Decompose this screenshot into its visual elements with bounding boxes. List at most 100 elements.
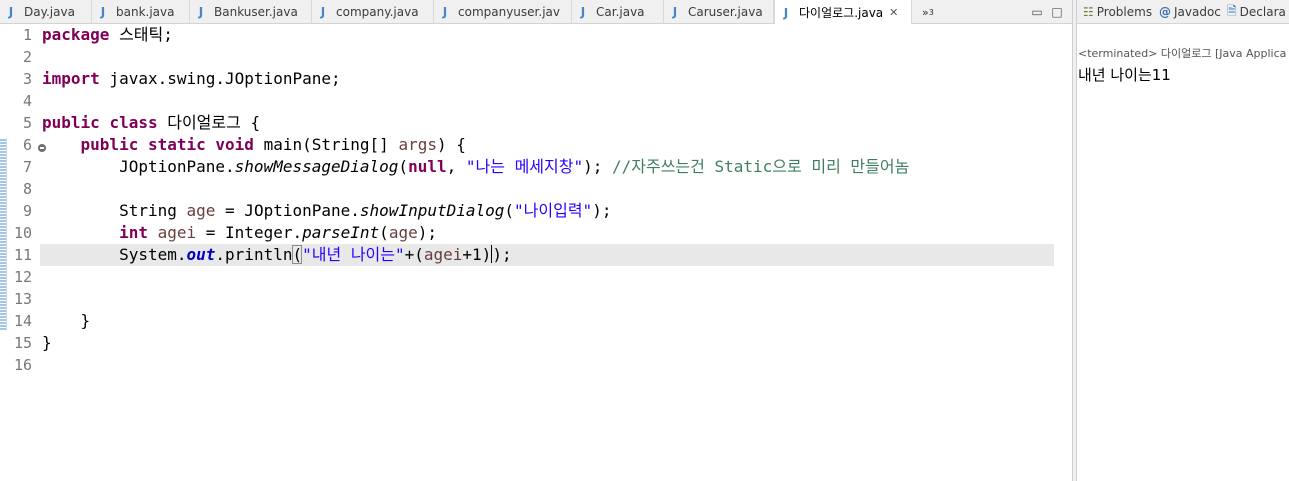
static-method: parseInt	[302, 223, 380, 242]
code-text: }	[42, 311, 91, 330]
line-number: 4	[22, 92, 32, 110]
editor-tab-day[interactable]: J Day.java	[0, 0, 92, 24]
console-status: <terminated> 다이얼로그 [Java Applica	[1078, 47, 1287, 60]
tab-label: bank.java	[116, 5, 175, 19]
console-view[interactable]: <terminated> 다이얼로그 [Java Applica 내년 나이는1…	[1077, 24, 1289, 481]
tab-label: companyuser.jav	[458, 5, 560, 19]
code-text: JOptionPane.	[119, 157, 235, 176]
tab-problems[interactable]: ☷ Problems	[1083, 0, 1152, 24]
change-ruler	[0, 138, 7, 330]
line-number: 1	[22, 26, 32, 44]
editor-tab-car[interactable]: J Car.java	[572, 0, 664, 24]
line-number: 7	[22, 158, 32, 176]
code-text: +(	[404, 245, 424, 264]
code-text: javax.swing.JOptionPane;	[99, 69, 341, 88]
static-method: showInputDialog	[359, 201, 505, 220]
code-text: .println	[215, 245, 293, 264]
chevron-right-icon: »	[922, 5, 929, 19]
code-text: 스태틱;	[109, 25, 173, 44]
tab-label: Bankuser.java	[214, 5, 298, 19]
java-file-icon: J	[442, 5, 448, 19]
line-number: 3	[22, 70, 32, 88]
code-line-7: JOptionPane.showMessageDialog(null, "나는 …	[42, 156, 909, 178]
string-literal: "나이입력"	[514, 201, 593, 220]
line-number: 10	[13, 224, 32, 242]
line-number: 6	[22, 136, 32, 154]
code-text: );	[583, 157, 612, 176]
tab-label: Caruser.java	[688, 5, 763, 19]
view-tab-bar: ☷ Problems @ Javadoc 🗎 Declara	[1077, 0, 1289, 24]
tab-label: 다이얼로그.java	[799, 6, 884, 20]
console-output: 내년 나이는11	[1078, 66, 1171, 84]
declaration-icon: 🗎	[1227, 3, 1237, 18]
code-text: ) {	[436, 135, 466, 154]
maximize-icon[interactable]: □	[1050, 5, 1064, 19]
comment: //자주쓰는건 Static으로 미리 만들어놈	[611, 157, 910, 176]
line-number: 9	[22, 202, 32, 220]
javadoc-icon: @	[1159, 5, 1171, 19]
code-text: );	[592, 201, 612, 220]
close-icon[interactable]: ✕	[889, 6, 898, 19]
line-number: 16	[13, 356, 32, 374]
code-text: ,	[446, 157, 466, 176]
code-line-14: }	[42, 310, 91, 332]
editor-tab-dialog[interactable]: J 다이얼로그.java ✕	[774, 0, 912, 25]
line-number: 12	[13, 268, 32, 286]
code-line-5: public class 다이얼로그 {	[42, 112, 260, 134]
tab-label: company.java	[336, 5, 419, 19]
tab-label: Javadoc	[1174, 5, 1221, 19]
editor-tab-bank[interactable]: J bank.java	[92, 0, 190, 24]
code-text: main(String[]	[253, 135, 399, 154]
keyword: package	[42, 25, 110, 44]
editor-tab-companyuser[interactable]: J companyuser.jav	[434, 0, 572, 24]
code-text: = JOptionPane.	[215, 201, 360, 220]
keyword: static	[147, 135, 206, 154]
tab-label: Problems	[1096, 5, 1153, 19]
problems-icon: ☷	[1083, 5, 1094, 19]
editor-tab-bankuser[interactable]: J Bankuser.java	[190, 0, 312, 24]
keyword: null	[408, 157, 447, 176]
editor-tab-company[interactable]: J company.java	[312, 0, 434, 24]
minimize-icon[interactable]: ▭	[1030, 5, 1044, 19]
editor-tab-bar: J Day.java J bank.java J Bankuser.java J…	[0, 0, 1072, 25]
code-text: (	[379, 223, 389, 242]
code-line-3: import javax.swing.JOptionPane;	[42, 68, 341, 90]
keyword: public	[42, 113, 100, 132]
local-variable: age	[388, 223, 418, 242]
code-text: ;	[501, 245, 512, 264]
static-field: out	[186, 245, 216, 264]
tab-label: Day.java	[24, 5, 75, 19]
java-file-icon: J	[100, 5, 106, 19]
code-line-1: package 스태틱;	[42, 24, 173, 46]
line-number: 15	[13, 334, 32, 352]
java-file-icon: J	[198, 5, 204, 19]
keyword: public	[80, 135, 139, 154]
code-line-6: public static void main(String[] args) {	[42, 134, 466, 156]
code-text: 다이얼로그 {	[157, 113, 261, 132]
code-text: +1)	[462, 245, 492, 264]
tab-label: Declara	[1239, 5, 1286, 19]
line-number: 8	[22, 180, 32, 198]
tab-declaration[interactable]: 🗎 Declara	[1227, 0, 1286, 24]
editor-tab-caruser[interactable]: J Caruser.java	[664, 0, 774, 24]
tab-javadoc[interactable]: @ Javadoc	[1159, 0, 1221, 24]
java-file-icon: J	[783, 5, 789, 20]
tab-label: Car.java	[596, 5, 645, 19]
java-file-icon: J	[672, 5, 678, 19]
code-editor[interactable]: 1 2 3 4 5 6 7 8 9 10 11 12 13 14 15 16 p…	[0, 24, 1072, 481]
code-text: )	[492, 245, 502, 264]
line-number: 2	[22, 48, 32, 66]
keyword: class	[109, 113, 158, 132]
code-text: (	[398, 157, 409, 176]
code-text: String	[119, 201, 187, 220]
tab-overflow-button[interactable]: » 3	[922, 0, 934, 24]
keyword: int	[119, 223, 148, 242]
code-text: System.	[119, 245, 187, 264]
static-method: showMessageDialog	[234, 157, 399, 176]
line-number: 11	[13, 246, 32, 264]
